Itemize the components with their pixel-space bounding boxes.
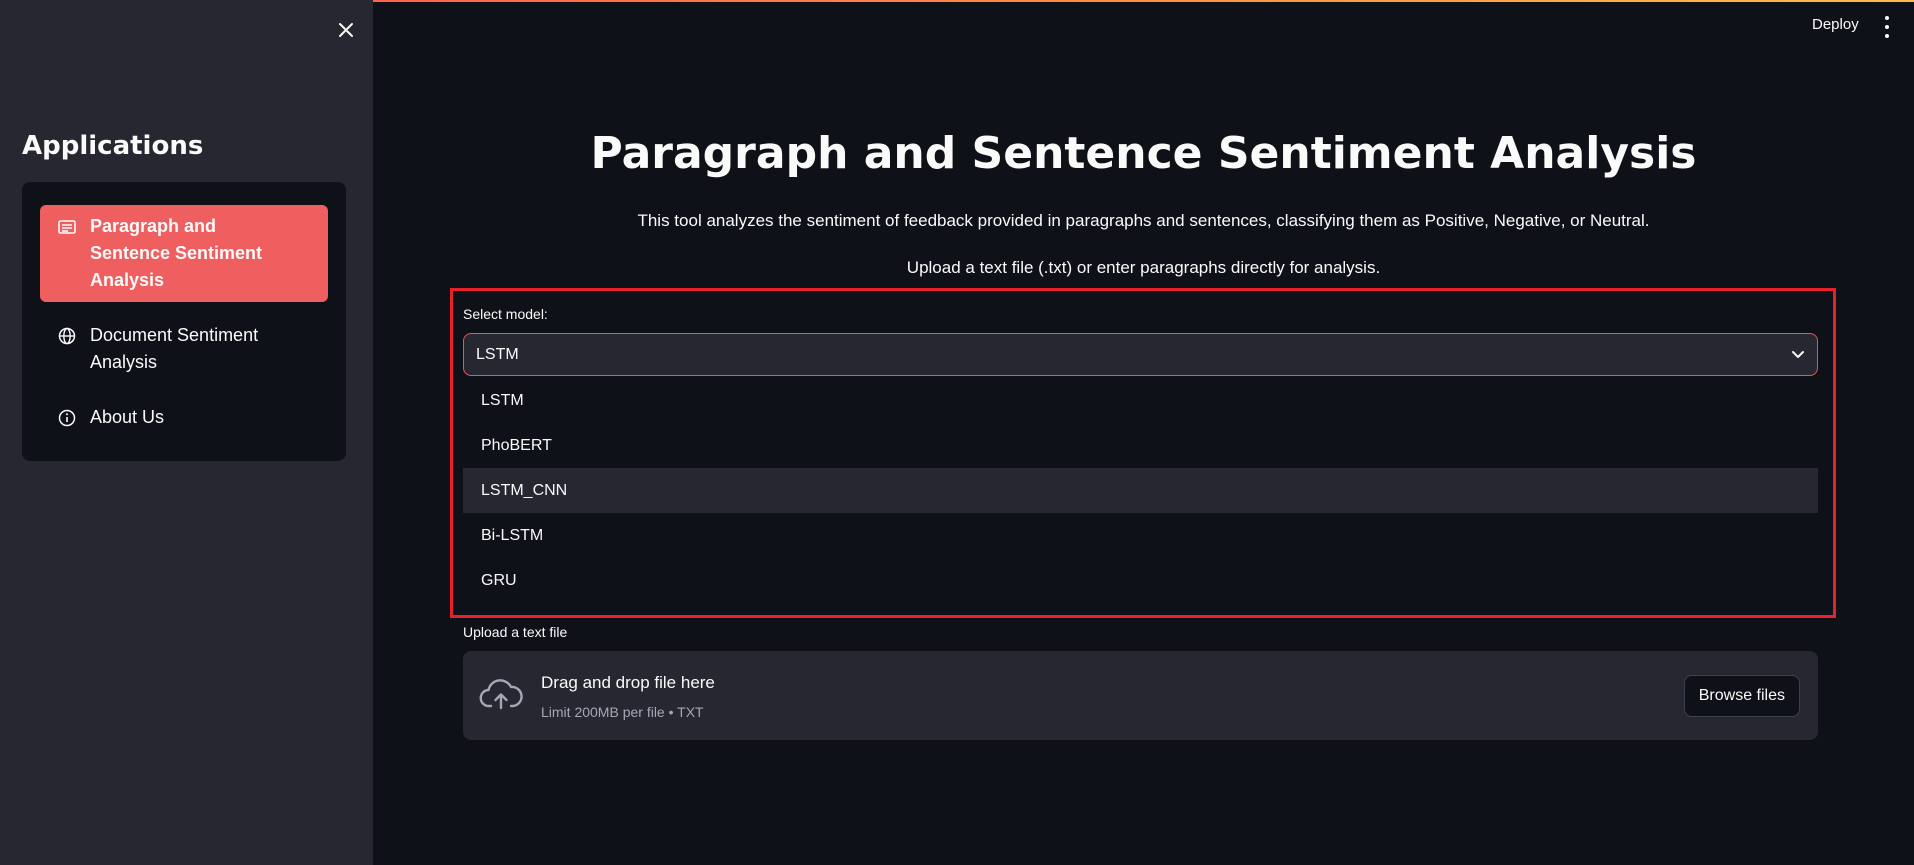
page-instruction: Upload a text file (.txt) or enter parag…	[906, 258, 1381, 277]
sidebar-item-paragraph-sentiment[interactable]: Paragraph and Sentence Sentiment Analysi…	[40, 205, 328, 302]
dropdown-option-phobert[interactable]: PhoBERT	[463, 423, 1818, 468]
dropdown-option-gru[interactable]: GRU	[463, 558, 1818, 603]
model-dropdown-list: LSTM PhoBERT LSTM_CNN Bi-LSTM GRU	[463, 378, 1818, 603]
page-description: This tool analyzes the sentiment of feed…	[637, 211, 1650, 230]
main-menu-button[interactable]	[1880, 16, 1894, 38]
sidebar: Applications Paragraph and Sentence Sent…	[0, 0, 373, 865]
model-select-value: LSTM	[476, 345, 519, 363]
kebab-dot	[1885, 16, 1889, 20]
sidebar-title: Applications	[22, 131, 204, 161]
close-icon	[339, 23, 353, 37]
model-select-label: Select model:	[463, 306, 548, 322]
dropzone-title: Drag and drop file here	[541, 673, 715, 692]
close-sidebar-button[interactable]	[330, 14, 362, 46]
kebab-dot	[1885, 25, 1889, 29]
dropdown-option-lstm-cnn[interactable]: LSTM_CNN	[463, 468, 1818, 513]
sidebar-item-label: About Us	[90, 407, 165, 427]
sidebar-item-label: Document Sentiment Analysis	[90, 325, 259, 372]
browse-files-button[interactable]: Browse files	[1683, 675, 1800, 717]
sidebar-item-document-sentiment[interactable]: Document Sentiment Analysis	[40, 314, 328, 384]
page-title: Paragraph and Sentence Sentiment Analysi…	[590, 128, 1697, 179]
dropzone-subtitle: Limit 200MB per file • TXT	[541, 704, 704, 720]
cloud-upload-icon	[479, 676, 523, 717]
sidebar-menu: Paragraph and Sentence Sentiment Analysi…	[22, 182, 346, 461]
chevron-down-icon	[1791, 350, 1805, 360]
deploy-button[interactable]: Deploy	[1812, 16, 1859, 33]
dropdown-option-lstm[interactable]: LSTM	[463, 378, 1818, 423]
document-lines-icon	[58, 213, 78, 240]
dropdown-option-bi-lstm[interactable]: Bi-LSTM	[463, 513, 1818, 558]
sidebar-item-label: Paragraph and Sentence Sentiment Analysi…	[90, 216, 263, 290]
model-select[interactable]: LSTM	[463, 333, 1818, 376]
kebab-dot	[1885, 34, 1889, 38]
sidebar-item-about-us[interactable]: About Us	[40, 396, 328, 439]
file-dropzone[interactable]: Drag and drop file here Limit 200MB per …	[463, 651, 1818, 740]
globe-icon	[58, 322, 78, 349]
uploader-label: Upload a text file	[463, 624, 568, 640]
info-icon	[58, 404, 78, 431]
